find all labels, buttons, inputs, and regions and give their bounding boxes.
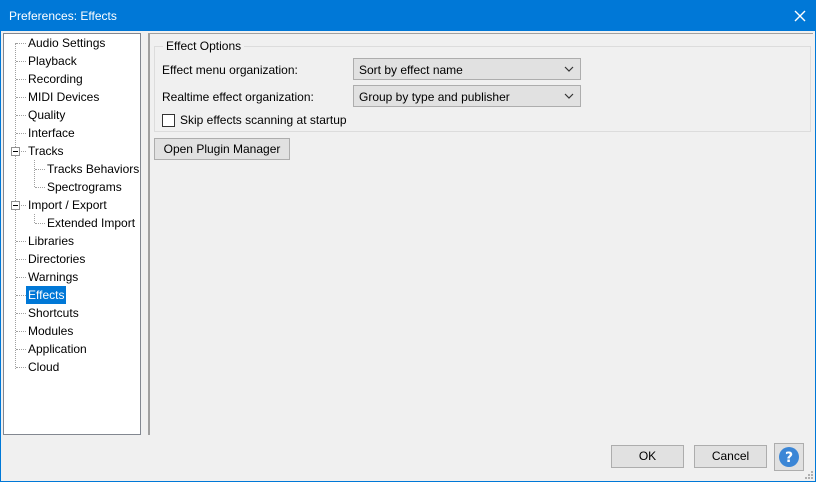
tree-item-recording[interactable]: Recording bbox=[26, 70, 85, 88]
tree-line bbox=[16, 277, 26, 278]
collapse-icon[interactable] bbox=[11, 201, 20, 210]
tree-line bbox=[16, 97, 26, 98]
preferences-category-tree[interactable]: Audio Settings Playback Recording MIDI D… bbox=[3, 33, 141, 435]
tree-item-extended-import[interactable]: Extended Import bbox=[45, 214, 137, 232]
skip-scanning-label: Skip effects scanning at startup bbox=[180, 113, 347, 127]
cancel-button[interactable]: Cancel bbox=[694, 445, 767, 468]
tree-item-quality[interactable]: Quality bbox=[26, 106, 67, 124]
tree-line bbox=[16, 79, 26, 80]
tree-item-midi-devices[interactable]: MIDI Devices bbox=[26, 88, 101, 106]
tree-line bbox=[16, 349, 26, 350]
help-icon: ? bbox=[779, 447, 799, 467]
effects-settings-panel: Effect Options Effect menu organization:… bbox=[148, 33, 813, 435]
tree-item-warnings[interactable]: Warnings bbox=[26, 268, 80, 286]
tree-item-interface[interactable]: Interface bbox=[26, 124, 77, 142]
tree-item-application[interactable]: Application bbox=[26, 340, 89, 358]
tree-line bbox=[16, 133, 26, 134]
title-bar[interactable]: Preferences: Effects bbox=[1, 1, 815, 31]
open-plugin-manager-button[interactable]: Open Plugin Manager bbox=[154, 138, 290, 160]
tree-item-audio-settings[interactable]: Audio Settings bbox=[26, 34, 107, 52]
ok-button[interactable]: OK bbox=[611, 445, 684, 468]
close-icon bbox=[794, 10, 806, 22]
realtime-organization-value: Group by type and publisher bbox=[359, 90, 510, 104]
help-button[interactable]: ? bbox=[774, 443, 804, 471]
tree-line bbox=[16, 331, 26, 332]
tree-item-directories[interactable]: Directories bbox=[26, 250, 87, 268]
tree-item-tracks[interactable]: Tracks bbox=[26, 142, 66, 160]
tree-line bbox=[16, 241, 26, 242]
resize-grip-icon[interactable] bbox=[803, 469, 813, 479]
tree-line bbox=[35, 187, 45, 188]
tree-item-libraries[interactable]: Libraries bbox=[26, 232, 76, 250]
tree-item-modules[interactable]: Modules bbox=[26, 322, 75, 340]
tree-line bbox=[16, 313, 26, 314]
chevron-down-icon bbox=[564, 66, 574, 72]
tree-line bbox=[16, 115, 26, 116]
effect-options-title: Effect Options bbox=[163, 39, 245, 53]
tree-item-spectrograms[interactable]: Spectrograms bbox=[45, 178, 124, 196]
tree-item-effects[interactable]: Effects bbox=[26, 286, 67, 304]
tree-line bbox=[35, 223, 45, 224]
tree-item-import-export[interactable]: Import / Export bbox=[26, 196, 109, 214]
chevron-down-icon bbox=[564, 93, 574, 99]
realtime-organization-dropdown[interactable]: Group by type and publisher bbox=[353, 85, 581, 107]
tree-item-cloud[interactable]: Cloud bbox=[26, 358, 61, 376]
tree-line bbox=[16, 367, 26, 368]
tree-line bbox=[35, 169, 45, 170]
tree-line bbox=[34, 160, 35, 187]
menu-organization-label: Effect menu organization: bbox=[162, 63, 298, 77]
tree-line bbox=[34, 214, 35, 223]
preferences-dialog: Preferences: Effects Audio Settings Play… bbox=[0, 0, 816, 482]
tree-line bbox=[16, 259, 26, 260]
window-title: Preferences: Effects bbox=[9, 9, 117, 23]
tree-item-shortcuts[interactable]: Shortcuts bbox=[26, 304, 81, 322]
tree-line bbox=[16, 43, 26, 44]
effect-options-group: Effect Options Effect menu organization:… bbox=[154, 39, 811, 132]
tree-item-tracks-behaviors[interactable]: Tracks Behaviors bbox=[45, 160, 141, 178]
menu-organization-dropdown[interactable]: Sort by effect name bbox=[353, 58, 581, 80]
tree-line bbox=[16, 61, 26, 62]
help-glyph: ? bbox=[785, 450, 793, 466]
tree-item-playback[interactable]: Playback bbox=[26, 52, 79, 70]
close-button[interactable] bbox=[785, 1, 815, 31]
tree-line bbox=[16, 295, 26, 296]
skip-scanning-checkbox[interactable] bbox=[162, 114, 175, 127]
realtime-organization-label: Realtime effect organization: bbox=[162, 90, 314, 104]
menu-organization-value: Sort by effect name bbox=[359, 63, 463, 77]
collapse-icon[interactable] bbox=[11, 147, 20, 156]
